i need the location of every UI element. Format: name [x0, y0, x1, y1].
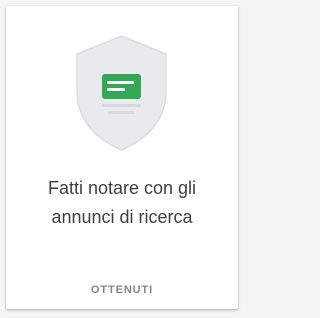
achievement-title-line-1: Fatti notare con gli	[47, 178, 197, 198]
shield-ad-badge-icon	[76, 35, 167, 151]
ad-box	[102, 74, 141, 99]
text-line-2	[108, 111, 135, 114]
achievement-status-label: OTTENUTI	[90, 284, 154, 296]
achievement-card[interactable]: Fatti notare con gli annunci di ricerca …	[6, 6, 238, 309]
ad-line-short	[107, 88, 125, 91]
achievement-title-line-2: annunci di ricerca	[51, 207, 193, 227]
ad-line-long	[107, 81, 134, 84]
achievement-title: Fatti notare con gli annunci di ricerca	[6, 174, 238, 232]
text-line-1	[102, 104, 141, 107]
